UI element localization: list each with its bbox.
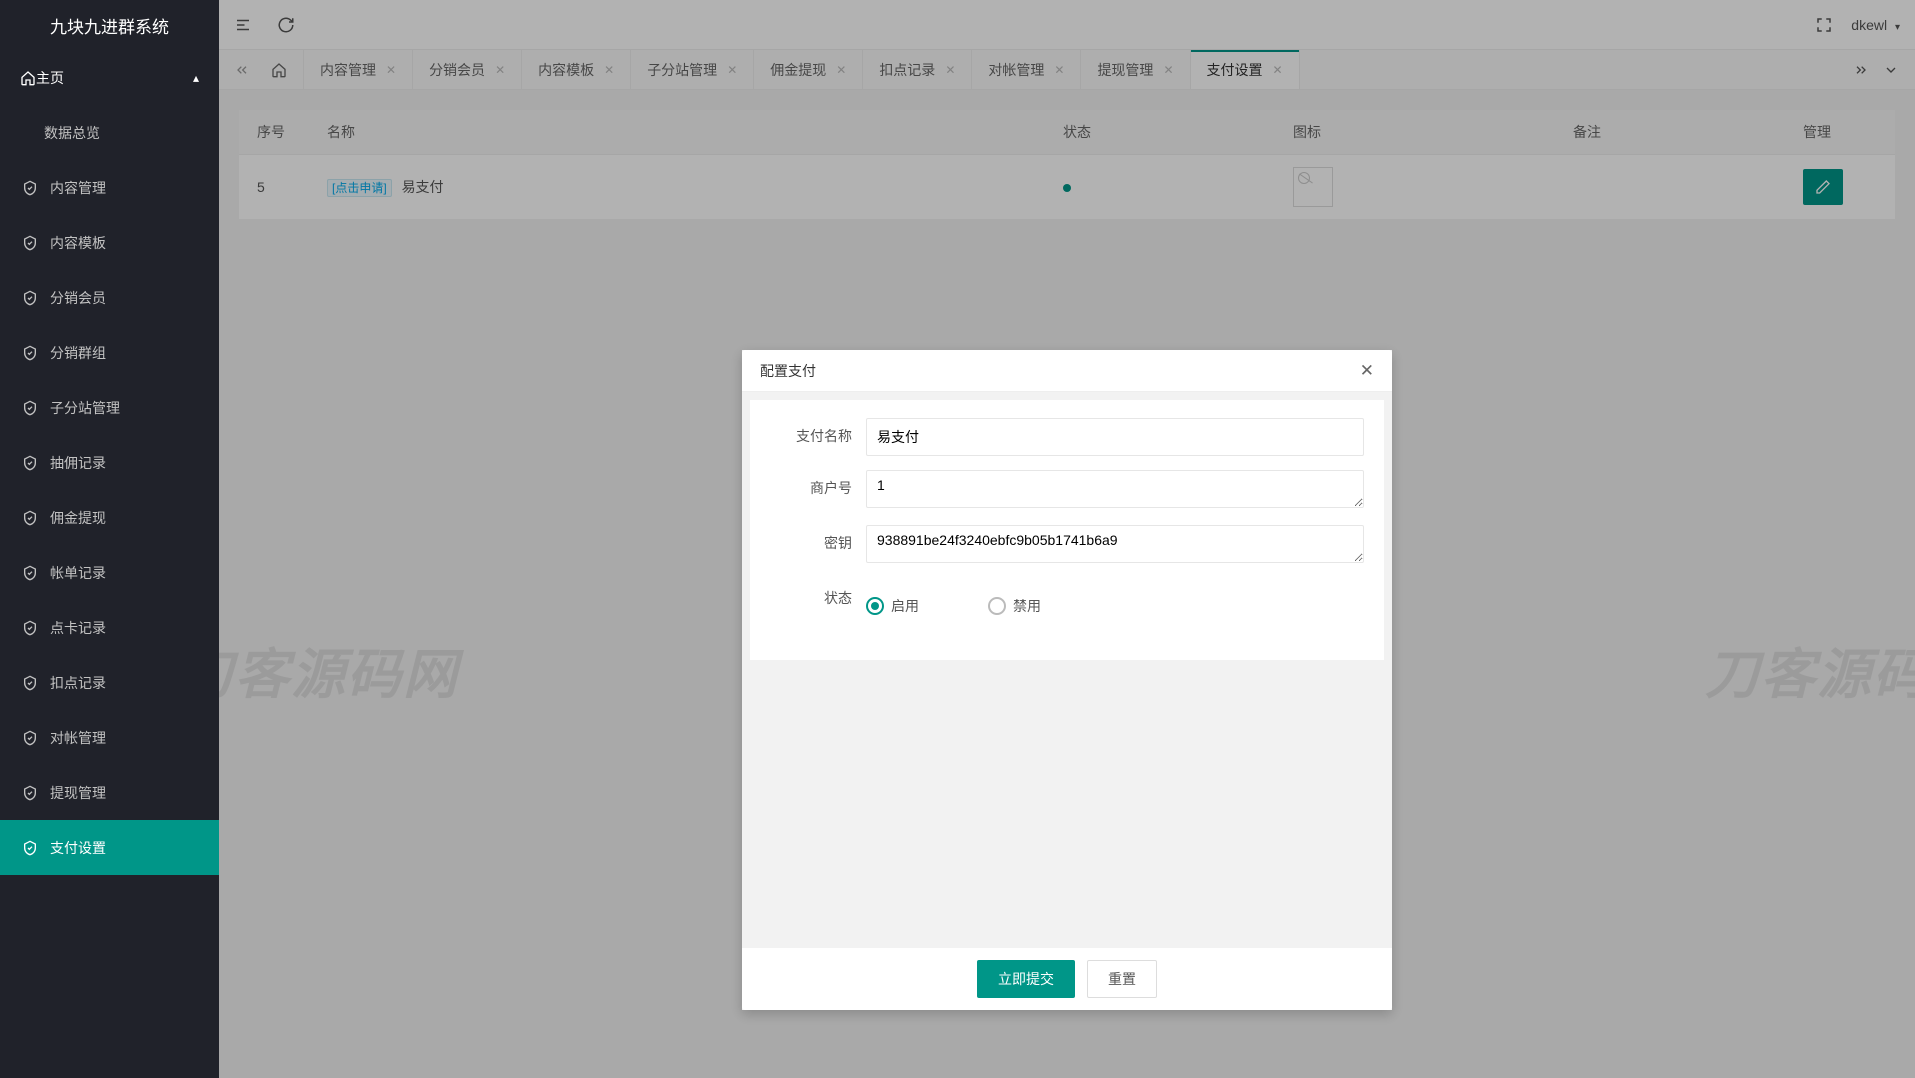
menu-pay-settings[interactable]: 支付设置 [0, 820, 219, 875]
shield-check-icon [20, 565, 40, 581]
menu-main[interactable]: 主页 ▴ [0, 50, 219, 105]
shield-check-icon [20, 345, 40, 361]
main: dkewl ▾ 内容管理✕ 分销会员✕ 内容模板✕ 子分站管理✕ 佣金提现✕ 扣… [219, 0, 1915, 1078]
modal-spacer [742, 668, 1392, 948]
label-pay-name: 支付名称 [770, 418, 866, 446]
menu-item-label: 抽佣记录 [50, 453, 106, 473]
menu-commission-withdraw[interactable]: 佣金提现 [0, 490, 219, 545]
label-status: 状态 [770, 580, 866, 608]
menu-item-label: 内容模板 [50, 233, 106, 253]
home-icon [20, 70, 36, 86]
menu-item-label: 分销群组 [50, 343, 106, 363]
shield-check-icon [20, 235, 40, 251]
config-pay-modal: 配置支付 ✕ 支付名称 商户号 密钥 状态 [742, 350, 1392, 1010]
menu-main-sub: 数据总览 [0, 105, 219, 160]
menu-commission-record[interactable]: 抽佣记录 [0, 435, 219, 490]
row-status: 状态 启用 禁用 [770, 580, 1364, 616]
menu-item-label: 分销会员 [50, 288, 106, 308]
row-secret: 密钥 [770, 525, 1364, 566]
menu-content-template[interactable]: 内容模板 [0, 215, 219, 270]
menu-item-label: 点卡记录 [50, 618, 106, 638]
menu-item-label: 扣点记录 [50, 673, 106, 693]
menu-item-label: 佣金提现 [50, 508, 106, 528]
row-pay-name: 支付名称 [770, 418, 1364, 456]
menu-withdraw-manage[interactable]: 提现管理 [0, 765, 219, 820]
shield-check-icon [20, 180, 40, 196]
label-merchant: 商户号 [770, 470, 866, 498]
menu-distribute-member[interactable]: 分销会员 [0, 270, 219, 325]
modal-title: 配置支付 [760, 361, 1360, 381]
menu-item-label: 对帐管理 [50, 728, 106, 748]
submit-button[interactable]: 立即提交 [977, 960, 1075, 998]
shield-check-icon [20, 290, 40, 306]
menu-item-label: 内容管理 [50, 178, 106, 198]
modal-body: 支付名称 商户号 密钥 状态 [750, 400, 1384, 660]
modal-overlay[interactable]: 配置支付 ✕ 支付名称 商户号 密钥 状态 [219, 0, 1915, 1078]
radio-off-icon [988, 597, 1006, 615]
menu-main-label: 主页 [36, 68, 64, 88]
radio-on-icon [866, 597, 884, 615]
shield-check-icon [20, 620, 40, 636]
radio-disable[interactable]: 禁用 [988, 588, 1084, 616]
sidebar: 九块九进群系统 主页 ▴ 数据总览 内容管理 内容模板 [0, 0, 219, 1078]
chevron-up-icon: ▴ [193, 71, 199, 85]
status-radio-group: 启用 禁用 [866, 580, 1364, 616]
radio-enable-label: 启用 [891, 596, 919, 616]
shield-check-icon [20, 840, 40, 856]
shield-check-icon [20, 675, 40, 691]
shield-check-icon [20, 455, 40, 471]
input-merchant[interactable] [866, 470, 1364, 508]
menu-bill-record[interactable]: 帐单记录 [0, 545, 219, 600]
menu-item-label: 支付设置 [50, 838, 106, 858]
label-secret: 密钥 [770, 525, 866, 553]
menu-item-label: 子分站管理 [50, 398, 120, 418]
brand-logo: 九块九进群系统 [0, 0, 219, 50]
menu-card-record[interactable]: 点卡记录 [0, 600, 219, 655]
shield-check-icon [20, 785, 40, 801]
menu-group-main: 主页 ▴ 数据总览 [0, 50, 219, 160]
radio-enable[interactable]: 启用 [866, 588, 962, 616]
radio-disable-label: 禁用 [1013, 596, 1041, 616]
menu-substation[interactable]: 子分站管理 [0, 380, 219, 435]
shield-check-icon [20, 510, 40, 526]
modal-footer: 立即提交 重置 [742, 948, 1392, 1010]
menu-distribute-group[interactable]: 分销群组 [0, 325, 219, 380]
menu-content-manage[interactable]: 内容管理 [0, 160, 219, 215]
menu-reconcile[interactable]: 对帐管理 [0, 710, 219, 765]
input-pay-name[interactable] [866, 418, 1364, 456]
modal-header: 配置支付 ✕ [742, 350, 1392, 392]
sidebar-menu: 主页 ▴ 数据总览 内容管理 内容模板 分销会员 分销群组 [0, 50, 219, 1078]
input-secret[interactable] [866, 525, 1364, 563]
menu-overview[interactable]: 数据总览 [0, 105, 219, 160]
modal-close-button[interactable]: ✕ [1360, 361, 1374, 381]
menu-deduct-record[interactable]: 扣点记录 [0, 655, 219, 710]
menu-item-label: 提现管理 [50, 783, 106, 803]
menu-overview-label: 数据总览 [44, 123, 100, 143]
row-merchant: 商户号 [770, 470, 1364, 511]
shield-check-icon [20, 400, 40, 416]
menu-item-label: 帐单记录 [50, 563, 106, 583]
shield-check-icon [20, 730, 40, 746]
reset-button[interactable]: 重置 [1087, 960, 1157, 998]
